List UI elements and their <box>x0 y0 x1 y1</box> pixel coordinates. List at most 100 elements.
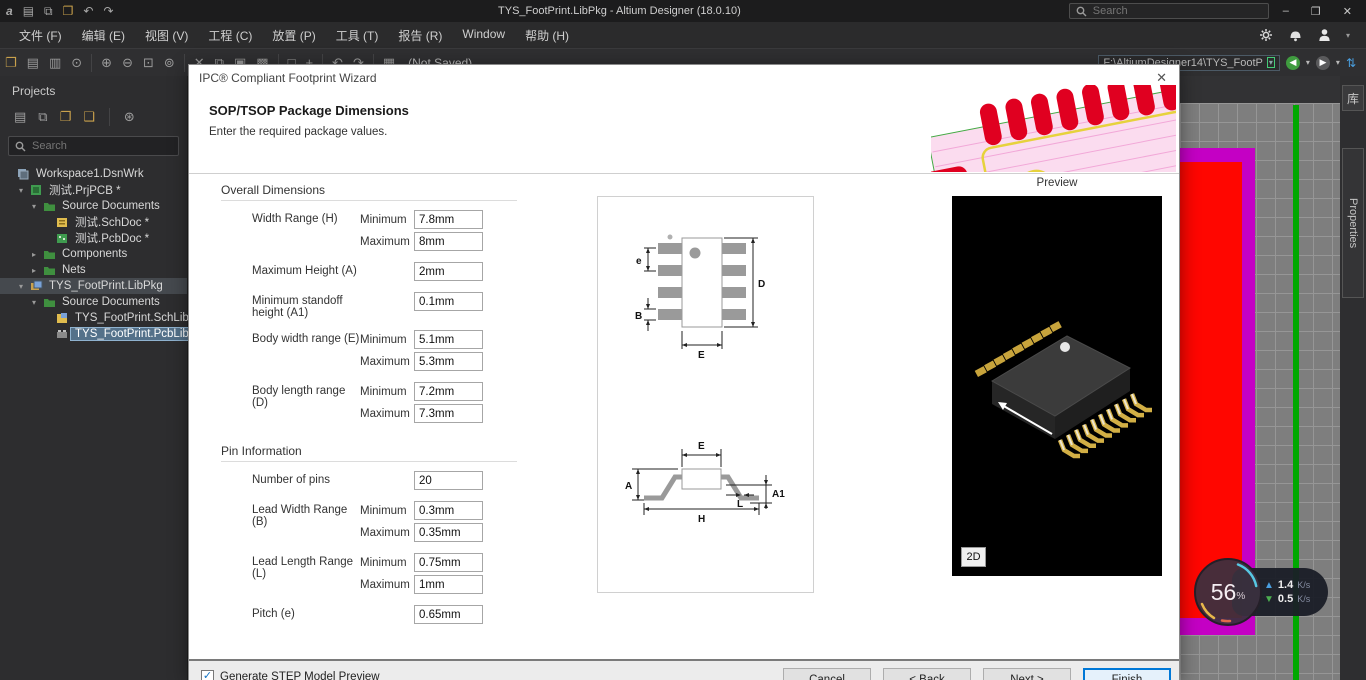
tree-item[interactable]: ▾测试.PrjPCB * <box>0 182 187 198</box>
toggle-2d-button[interactable]: 2D <box>961 547 986 567</box>
value-input[interactable] <box>414 605 483 624</box>
copy-documents-icon[interactable]: ⧉ <box>38 109 47 125</box>
value-input[interactable] <box>414 292 483 311</box>
zoom-area-icon[interactable]: ⊡ <box>138 55 159 71</box>
tree-item[interactable]: ▾TYS_FootPrint.LibPkg <box>0 278 187 294</box>
generate-step-checkbox[interactable]: ✓ <box>201 670 214 680</box>
tree-item[interactable]: ▾Source Documents <box>0 198 187 214</box>
generate-step-label: Generate STEP Model Preview <box>220 671 380 680</box>
preview-3d-viewport[interactable]: 2D <box>952 196 1162 576</box>
tree-expander-icon[interactable]: ▾ <box>19 186 30 195</box>
open-folder-icon[interactable]: ❐ <box>0 55 22 71</box>
field-label: Body length range (D) <box>221 382 360 423</box>
notifications-bell-icon[interactable] <box>1288 27 1303 43</box>
tree-item[interactable]: ▾Source Documents <box>0 294 187 310</box>
value-input[interactable] <box>414 352 483 371</box>
dim-label-B: B <box>635 311 642 322</box>
net-speed-gauge[interactable]: ▲ 1.4 K/s ▼ 0.5 K/s 56% <box>1192 556 1332 628</box>
zoom-out-icon[interactable]: ⊖ <box>117 55 138 71</box>
folder-icon <box>43 297 58 308</box>
settings-gear-icon[interactable] <box>1258 27 1274 43</box>
tab-library[interactable]: 库 <box>1342 85 1364 111</box>
gauge-percent-sign: % <box>1236 591 1245 602</box>
finish-button[interactable]: Finish <box>1083 668 1171 680</box>
path-dropdown-icon[interactable]: ▾ <box>1267 57 1275 68</box>
dialog-close-icon[interactable]: ✕ <box>1156 70 1167 86</box>
projects-search-box[interactable] <box>8 136 179 156</box>
value-input[interactable] <box>414 210 483 229</box>
back-history-icon[interactable]: ▾ <box>1306 58 1310 67</box>
user-account-icon[interactable] <box>1317 27 1332 43</box>
value-input[interactable] <box>414 501 483 520</box>
tree-item[interactable]: Workspace1.DsnWrk <box>0 166 187 182</box>
close-window-button[interactable]: ✕ <box>1343 5 1352 18</box>
value-input[interactable] <box>414 232 483 251</box>
value-input[interactable] <box>414 404 483 423</box>
altium-logo-icon[interactable]: a <box>6 4 13 18</box>
undo-icon[interactable]: ↶ <box>83 4 93 18</box>
sync-icon[interactable]: ⇅ <box>1346 56 1356 70</box>
tree-item[interactable]: 测试.PcbDoc * <box>0 230 187 246</box>
menu-item[interactable]: 放置 (P) <box>263 23 324 48</box>
redo-icon[interactable]: ↷ <box>103 4 113 18</box>
menu-item[interactable]: 工具 (T) <box>327 23 388 48</box>
open-folder-icon[interactable]: ❐ <box>63 4 74 18</box>
next-button[interactable]: Next > <box>983 668 1071 680</box>
back-button[interactable]: < Back <box>883 668 971 680</box>
save-icon[interactable]: ▤ <box>23 4 34 18</box>
cancel-button[interactable]: Cancel <box>783 668 871 680</box>
zoom-selected-icon[interactable]: ⊚ <box>159 55 180 71</box>
footprint-preview-image <box>931 85 1176 172</box>
tree-expander-icon[interactable]: ▸ <box>32 250 43 259</box>
form-row: Body length range (D)MinimumMaximum <box>221 382 517 423</box>
tree-item[interactable]: 测试.SchDoc * <box>0 214 187 230</box>
print-preview-icon[interactable]: ⊙ <box>66 55 87 71</box>
tree-expander-icon[interactable]: ▾ <box>32 202 43 211</box>
forward-nav-icon[interactable]: ▶ <box>1316 56 1330 70</box>
folder-search-icon[interactable]: ❐ <box>60 109 72 125</box>
zoom-in-icon[interactable]: ⊕ <box>96 55 117 71</box>
tree-expander-icon[interactable]: ▸ <box>32 266 43 275</box>
back-nav-icon[interactable]: ◀ <box>1286 56 1300 70</box>
menu-item[interactable]: 工程 (C) <box>199 23 261 48</box>
tree-item[interactable]: ▸Nets <box>0 262 187 278</box>
save-icon[interactable]: ▤ <box>22 55 44 71</box>
value-input[interactable] <box>414 382 483 401</box>
field-label: Lead Width Range (B) <box>221 501 360 542</box>
tree-item[interactable]: TYS_FootPrint.SchLib <box>0 310 187 326</box>
user-dropdown-icon[interactable]: ▾ <box>1346 31 1350 40</box>
menu-item[interactable]: 报告 (R) <box>389 23 451 48</box>
search-input[interactable] <box>1093 5 1243 17</box>
minimize-button[interactable]: – <box>1283 5 1289 18</box>
projects-search-input[interactable] <box>32 140 162 152</box>
dialog-footer: ✓ Generate STEP Model Preview Cancel < Ba… <box>189 661 1180 680</box>
tree-item[interactable]: ▸Components <box>0 246 187 262</box>
pcblib-icon <box>56 328 71 340</box>
menu-item[interactable]: 视图 (V) <box>136 23 197 48</box>
menu-item[interactable]: 编辑 (E) <box>73 23 134 48</box>
value-input[interactable] <box>414 262 483 281</box>
value-input[interactable] <box>414 330 483 349</box>
workspace-icon <box>17 168 32 180</box>
maximize-button[interactable]: ❐ <box>1311 5 1321 18</box>
global-search-box[interactable] <box>1069 3 1269 19</box>
tab-properties[interactable]: Properties <box>1342 148 1364 298</box>
settings-gear-icon[interactable]: ⊛ <box>124 109 135 125</box>
folder-settings-icon[interactable]: ❑ <box>83 109 95 125</box>
tree-item-label: TYS_FootPrint.PcbLib <box>71 328 193 340</box>
tree-item[interactable]: TYS_FootPrint.PcbLib <box>0 326 187 342</box>
tree-expander-icon[interactable]: ▾ <box>19 282 30 291</box>
save-icon[interactable]: ▤ <box>14 109 26 125</box>
menu-item[interactable]: 文件 (F) <box>10 23 71 48</box>
menu-item[interactable]: Window <box>453 23 514 48</box>
dim-label-D: D <box>758 279 765 290</box>
save-all-icon[interactable]: ⧉ <box>44 4 53 19</box>
print-icon[interactable]: ▥ <box>44 55 66 71</box>
forward-history-icon[interactable]: ▾ <box>1336 58 1340 67</box>
tree-expander-icon[interactable]: ▾ <box>32 298 43 307</box>
value-input[interactable] <box>414 471 483 490</box>
menu-item[interactable]: 帮助 (H) <box>516 23 578 48</box>
value-input[interactable] <box>414 575 483 594</box>
value-input[interactable] <box>414 553 483 572</box>
value-input[interactable] <box>414 523 483 542</box>
